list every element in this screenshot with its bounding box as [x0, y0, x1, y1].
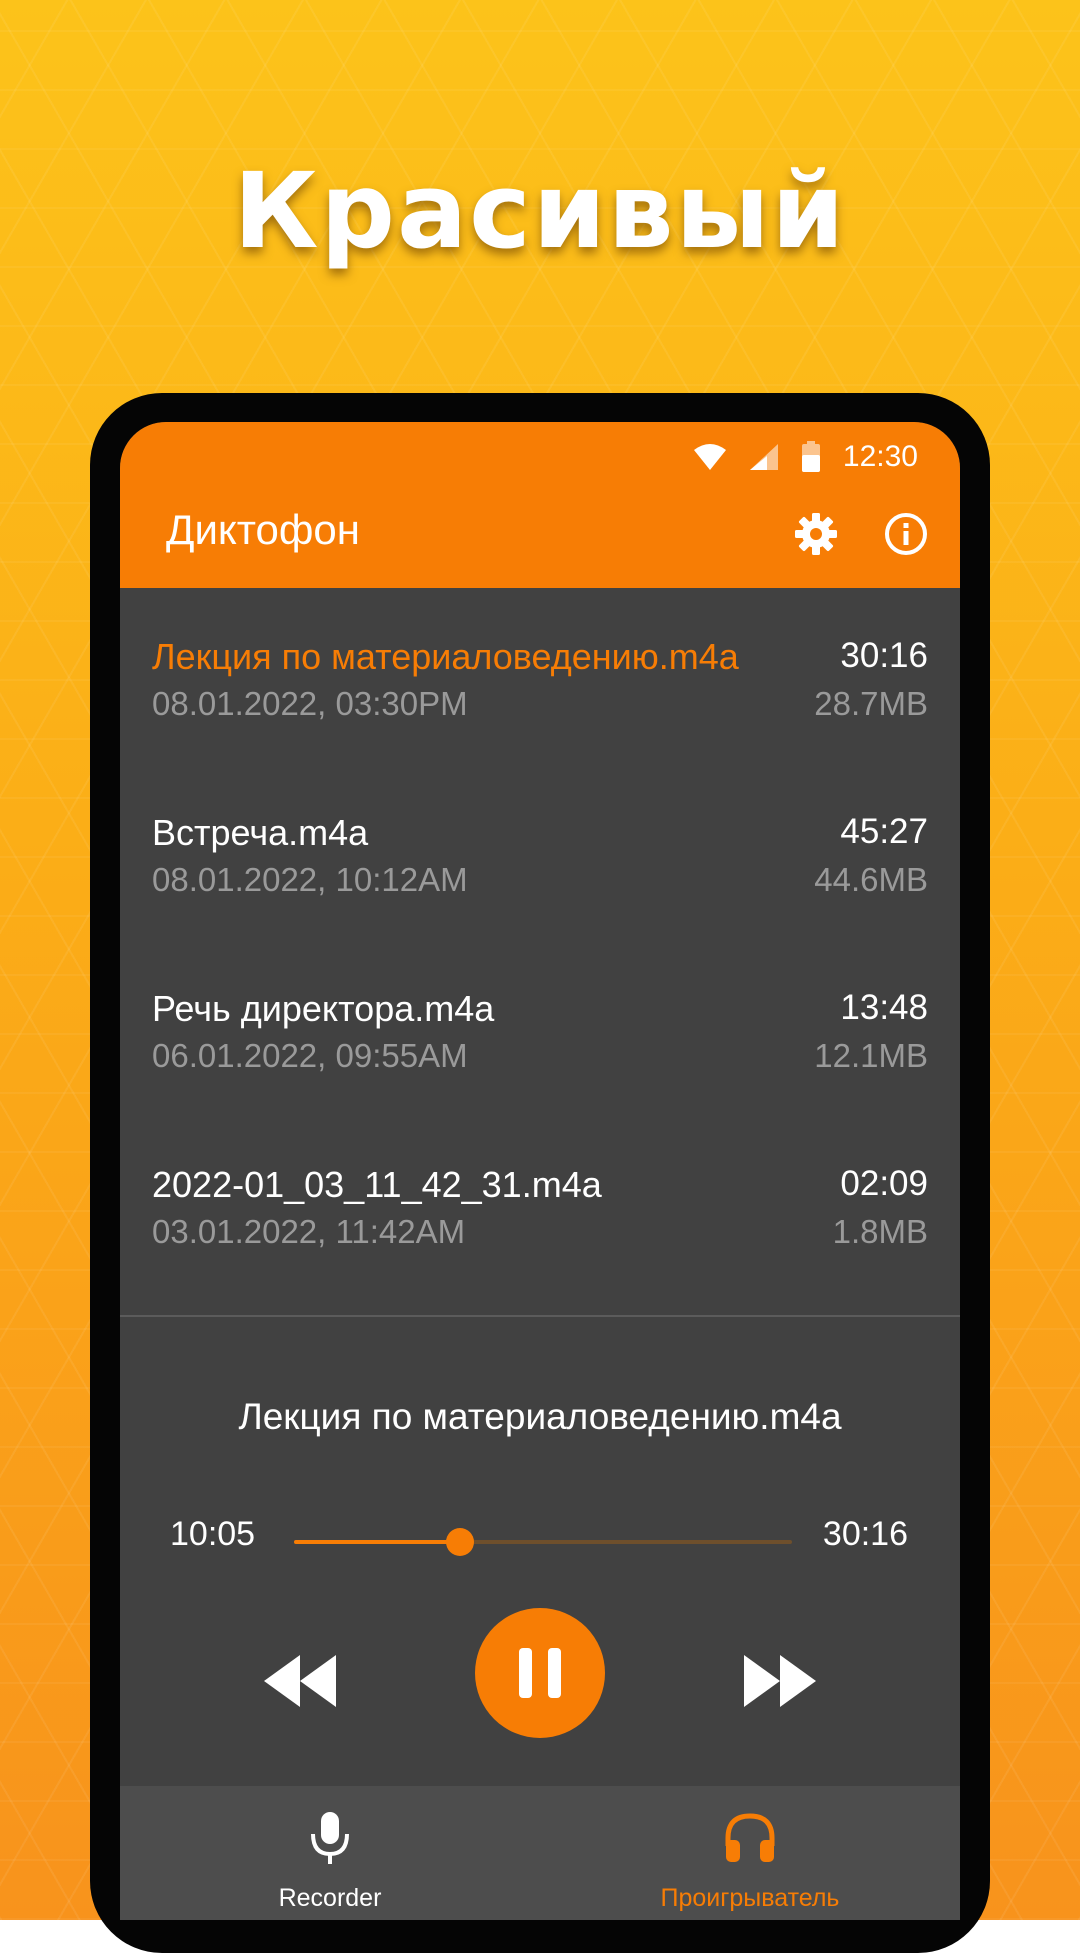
cellular-signal-icon: [749, 444, 778, 470]
recording-size: 44.6MB: [814, 861, 928, 898]
recording-item[interactable]: Встреча.m4a 08.01.2022, 10:12AM 45:27 44…: [120, 764, 960, 940]
recording-duration: 30:16: [840, 636, 928, 675]
rewind-icon[interactable]: [262, 1653, 338, 1709]
recording-date: 08.01.2022, 10:12AM: [152, 861, 468, 898]
battery-icon: [801, 441, 820, 472]
tab-recorder[interactable]: Recorder: [120, 1786, 540, 1920]
recording-item[interactable]: 2022-01_03_11_42_31.m4a 03.01.2022, 11:4…: [120, 1116, 960, 1292]
current-time: 10:05: [170, 1515, 256, 1553]
seek-bar[interactable]: [294, 1528, 792, 1556]
recordings-list: Лекция по материаловедению.m4a 08.01.202…: [120, 588, 960, 1292]
bottom-navigation: Recorder Проигрыватель: [120, 1786, 960, 1920]
tab-player[interactable]: Проигрыватель: [540, 1786, 960, 1920]
recording-size: 12.1MB: [814, 1037, 928, 1074]
pause-button[interactable]: [475, 1608, 605, 1738]
recording-item[interactable]: Лекция по материаловедению.m4a 08.01.202…: [120, 588, 960, 764]
recording-name: Речь директора.m4a: [152, 988, 495, 1029]
info-icon[interactable]: [882, 510, 930, 558]
recording-date: 08.01.2022, 03:30PM: [152, 685, 468, 722]
seek-thumb[interactable]: [445, 1528, 474, 1556]
status-bar: 12:30: [693, 432, 918, 482]
recording-size: 1.8MB: [832, 1213, 928, 1250]
recording-item[interactable]: Речь директора.m4a 06.01.2022, 09:55AM 1…: [120, 940, 960, 1116]
app-screen: 12:30 Диктофон Лекция по материаловедени…: [120, 422, 960, 1920]
status-time: 12:30: [842, 440, 918, 473]
list-divider: [120, 1315, 960, 1317]
total-time: 30:16: [822, 1515, 908, 1553]
recording-name: Встреча.m4a: [152, 812, 369, 853]
recording-duration: 45:27: [840, 812, 928, 851]
recording-duration: 13:48: [840, 988, 928, 1027]
recording-duration: 02:09: [840, 1164, 928, 1203]
recording-date: 06.01.2022, 09:55AM: [152, 1037, 468, 1074]
recording-size: 28.7MB: [814, 685, 928, 722]
app-title: Диктофон: [166, 506, 360, 553]
recording-date: 03.01.2022, 11:42AM: [152, 1213, 466, 1250]
now-playing-title: Лекция по материаловедению.m4a: [238, 1396, 842, 1437]
recording-name: Лекция по материаловедению.m4a: [152, 636, 739, 677]
pause-icon: [519, 1648, 561, 1698]
wifi-icon: [693, 444, 726, 470]
recording-name: 2022-01_03_11_42_31.m4a: [152, 1164, 602, 1205]
tab-recorder-label: Recorder: [278, 1884, 382, 1912]
app-bar: 12:30 Диктофон: [120, 422, 960, 588]
tab-player-label: Проигрыватель: [660, 1884, 840, 1912]
settings-icon[interactable]: [792, 510, 840, 558]
headphones-icon: [725, 1813, 775, 1862]
promo-headline: Красивый: [233, 150, 847, 272]
microphone-icon: [311, 1812, 349, 1864]
fast-forward-icon[interactable]: [742, 1653, 818, 1709]
seek-progress: [294, 1540, 460, 1544]
